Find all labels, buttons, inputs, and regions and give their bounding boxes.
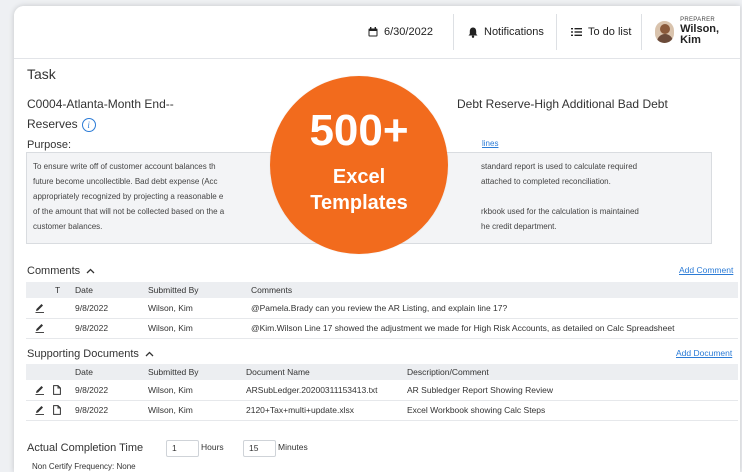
column-header: Date bbox=[75, 285, 93, 295]
table-row: 9/8/2022 Wilson, Kim ARSubLedger.2020031… bbox=[26, 380, 738, 401]
calendar-icon bbox=[368, 27, 378, 37]
edit-icon[interactable] bbox=[35, 405, 45, 415]
purpose-line: he credit department. bbox=[481, 222, 557, 231]
document-submitter: Wilson, Kim bbox=[148, 405, 193, 415]
document-date: 9/8/2022 bbox=[75, 385, 109, 395]
table-row: 9/8/2022 Wilson, Kim @Pamela.Brady can y… bbox=[26, 298, 738, 319]
comments-header[interactable]: Comments bbox=[27, 265, 95, 277]
column-header: T bbox=[55, 285, 61, 295]
table-row: 9/8/2022 Wilson, Kim @Kim.Wilson Line 17… bbox=[26, 318, 738, 339]
minutes-label: Minutes bbox=[278, 442, 308, 452]
comment-date: 9/8/2022 bbox=[75, 323, 109, 333]
column-header: Submitted By bbox=[148, 285, 199, 295]
todo-list-button[interactable]: To do list bbox=[571, 6, 631, 58]
documents-title: Supporting Documents bbox=[27, 348, 139, 360]
bell-icon bbox=[468, 27, 478, 38]
list-icon bbox=[571, 28, 582, 36]
chevron-up-icon bbox=[86, 268, 95, 274]
badge-line2: Templates bbox=[310, 192, 408, 214]
preparer-profile[interactable]: PREPARER Wilson, Kim bbox=[655, 6, 740, 58]
divider bbox=[556, 14, 557, 50]
todo-list-label: To do list bbox=[588, 26, 632, 38]
column-header: Description/Comment bbox=[407, 367, 489, 377]
task-card: 6/30/2022 Notifications To do list PREPA… bbox=[14, 6, 740, 472]
purpose-text-right: standard report is used to calculate req… bbox=[481, 159, 706, 234]
promo-badge: 500+ Excel Templates bbox=[270, 76, 448, 254]
notifications-label: Notifications bbox=[484, 26, 544, 38]
document-name[interactable]: 2120+Tax+multi+update.xlsx bbox=[246, 400, 354, 420]
purpose-line: customer balances. bbox=[33, 222, 103, 231]
task-name-line2: Reserves bbox=[27, 117, 78, 131]
divider bbox=[453, 14, 454, 50]
chevron-up-icon bbox=[145, 351, 154, 357]
purpose-label: Purpose: bbox=[27, 139, 72, 151]
column-header: Comments bbox=[251, 285, 293, 295]
edit-icon[interactable] bbox=[35, 323, 45, 333]
document-date: 9/8/2022 bbox=[75, 405, 109, 415]
purpose-line: attached to completed reconciliation. bbox=[481, 177, 611, 186]
section-title-task: Task bbox=[27, 66, 56, 82]
comment-submitter: Wilson, Kim bbox=[148, 303, 193, 313]
edit-icon[interactable] bbox=[35, 385, 45, 395]
column-header: Date bbox=[75, 367, 93, 377]
document-description: Excel Workbook showing Calc Steps bbox=[407, 405, 546, 415]
documents-table-header: Date Submitted By Document Name Descript… bbox=[26, 364, 738, 380]
task-name-start: C0004-Atlanta-Month End-- bbox=[27, 97, 174, 111]
hours-input[interactable]: 1 bbox=[166, 440, 199, 457]
purpose-line: standard report is used to calculate req… bbox=[481, 162, 638, 171]
certify-frequency: Non Certify Frequency: None bbox=[32, 462, 136, 471]
purpose-line: To ensure write off of customer account … bbox=[33, 162, 216, 171]
column-header: Document Name bbox=[246, 367, 310, 377]
table-row: 9/8/2022 Wilson, Kim 2120+Tax+multi+upda… bbox=[26, 400, 738, 421]
hours-label: Hours bbox=[201, 442, 224, 452]
add-comment-link[interactable]: Add Comment bbox=[679, 265, 733, 275]
documents-header[interactable]: Supporting Documents bbox=[27, 348, 154, 360]
document-icon[interactable] bbox=[53, 405, 61, 415]
task-name-end: Debt Reserve-High Additional Bad Debt bbox=[457, 97, 668, 111]
document-description: AR Subledger Report Showing Review bbox=[407, 385, 553, 395]
purpose-line: rkbook used for the calculation is maint… bbox=[481, 207, 639, 216]
top-bar: 6/30/2022 Notifications To do list PREPA… bbox=[14, 6, 740, 59]
purpose-line: future become uncollectible. Bad debt ex… bbox=[33, 177, 218, 186]
date-selector[interactable]: 6/30/2022 bbox=[368, 6, 433, 58]
info-icon[interactable]: i bbox=[81, 117, 96, 132]
current-date: 6/30/2022 bbox=[384, 26, 433, 38]
column-header: Submitted By bbox=[148, 367, 199, 377]
document-name[interactable]: ARSubLedger.20200311153413.txt bbox=[246, 380, 378, 400]
add-document-link[interactable]: Add Document bbox=[676, 348, 732, 358]
purpose-guidelines-link[interactable]: lines bbox=[482, 139, 498, 148]
document-icon[interactable] bbox=[53, 385, 61, 395]
badge-line1: Excel bbox=[332, 166, 386, 188]
preparer-name: Wilson, Kim bbox=[680, 22, 720, 47]
purpose-line: of the amount that will not be collected… bbox=[33, 207, 225, 216]
badge-number: 500+ bbox=[309, 106, 409, 155]
comments-title: Comments bbox=[27, 265, 81, 277]
comment-text: @Pamela.Brady can you review the AR List… bbox=[251, 303, 508, 313]
divider bbox=[641, 14, 642, 50]
avatar bbox=[655, 21, 675, 43]
purpose-line bbox=[481, 189, 706, 204]
purpose-text-left: To ensure write off of customer account … bbox=[33, 159, 283, 234]
comment-text: @Kim.Wilson Line 17 showed the adjustmen… bbox=[251, 323, 675, 333]
comments-table-header: T Date Submitted By Comments bbox=[26, 282, 738, 298]
comment-date: 9/8/2022 bbox=[75, 303, 109, 313]
comment-submitter: Wilson, Kim bbox=[148, 323, 193, 333]
purpose-line: appropriately recognized by projecting a… bbox=[33, 192, 224, 201]
minutes-input[interactable]: 15 bbox=[243, 440, 276, 457]
completion-time-label: Actual Completion Time bbox=[27, 442, 144, 454]
document-submitter: Wilson, Kim bbox=[148, 385, 193, 395]
notifications-button[interactable]: Notifications bbox=[468, 6, 544, 58]
edit-icon[interactable] bbox=[35, 303, 45, 313]
